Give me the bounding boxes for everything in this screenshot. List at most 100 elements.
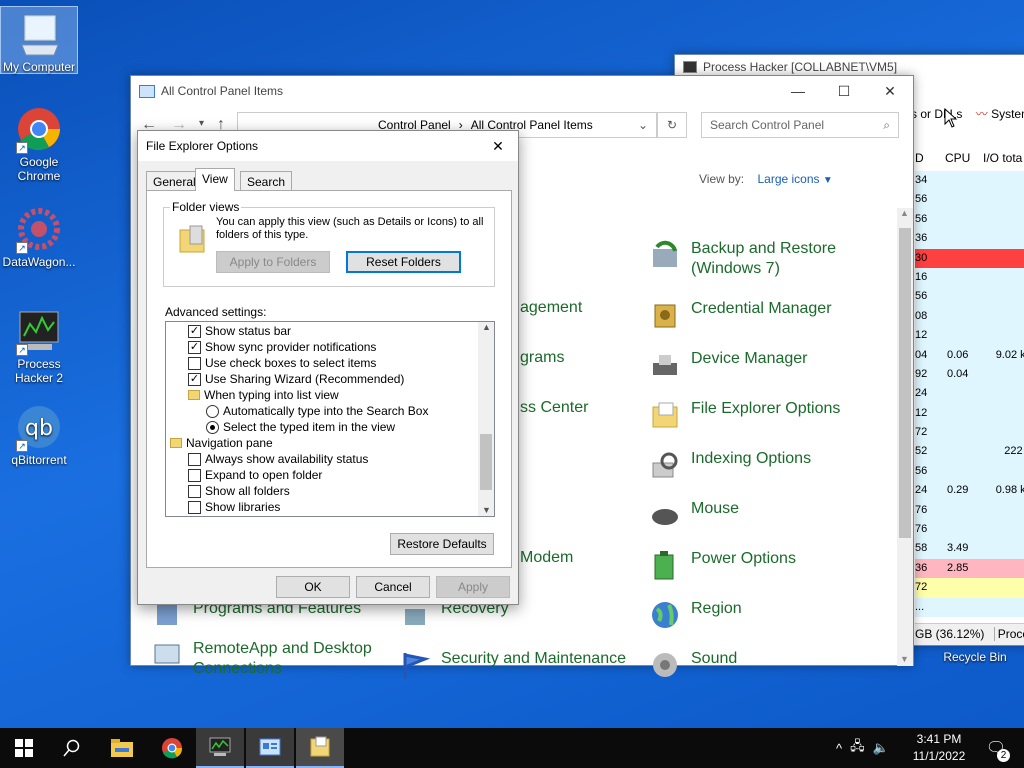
- desktop-icon-qbittorrent[interactable]: qb ↗ qBittorrent: [0, 404, 78, 467]
- scroll-down-icon[interactable]: ▼: [482, 505, 491, 515]
- process-row[interactable]: 36: [915, 229, 1024, 249]
- advanced-option[interactable]: Use check boxes to select items: [188, 355, 376, 371]
- advanced-option[interactable]: ✓ Use Sharing Wizard (Recommended): [188, 371, 404, 387]
- process-row[interactable]: 12: [915, 403, 1024, 424]
- cp-item-power-options[interactable]: Power Options: [649, 549, 796, 581]
- cp-item-backup-restore[interactable]: Backup and Restore (Windows 7): [649, 239, 849, 279]
- radio-button[interactable]: [206, 404, 219, 418]
- recent-locations-icon[interactable]: ▾: [199, 118, 204, 129]
- advanced-option[interactable]: Always show availability status: [188, 451, 368, 467]
- process-row[interactable]: 30: [915, 248, 1024, 268]
- process-row[interactable]: 52 222 E: [915, 442, 1024, 462]
- column-header-io[interactable]: I/O tota: [983, 151, 1022, 165]
- close-button[interactable]: ✕: [867, 76, 913, 106]
- desktop-icon-process-hacker[interactable]: ↗ Process Hacker 2: [0, 308, 78, 385]
- process-row[interactable]: 56: [915, 209, 1024, 230]
- desktop-icon-recycle-bin[interactable]: Recycle Bin: [936, 650, 1014, 664]
- process-row[interactable]: 56: [915, 287, 1024, 307]
- advanced-option[interactable]: Automatically type into the Search Box: [206, 403, 428, 419]
- reset-folders-button[interactable]: Reset Folders: [346, 251, 461, 273]
- network-icon[interactable]: 🖧: [850, 737, 865, 759]
- checkbox[interactable]: [188, 468, 201, 482]
- control-panel-titlebar[interactable]: All Control Panel Items — ☐ ✕: [131, 76, 913, 106]
- advanced-option[interactable]: ✓ Show status bar: [188, 323, 291, 339]
- volume-icon[interactable]: 🔈: [873, 740, 889, 756]
- advanced-option[interactable]: Select the typed item in the view: [206, 419, 395, 435]
- process-row[interactable]: 24: [915, 384, 1024, 404]
- checkbox[interactable]: [188, 356, 201, 370]
- advanced-option[interactable]: Expand to open folder: [188, 467, 322, 483]
- process-list[interactable]: 345656363016560812040.069.02 kE920.04241…: [915, 171, 1024, 617]
- checkbox[interactable]: ✓: [188, 372, 201, 386]
- process-row[interactable]: 36 2.85: [915, 558, 1024, 579]
- cp-item-mouse[interactable]: Mouse: [649, 499, 739, 531]
- cp-item-remoteapp[interactable]: RemoteApp and Desktop Connections: [151, 639, 381, 679]
- apply-to-folders-button[interactable]: Apply to Folders: [216, 251, 330, 273]
- ok-button[interactable]: OK: [276, 576, 350, 598]
- address-dropdown-icon[interactable]: ⌄: [638, 118, 648, 132]
- advanced-option[interactable]: Navigation pane: [170, 435, 273, 451]
- dialog-close-icon[interactable]: ✕: [478, 138, 518, 155]
- column-header-pid[interactable]: D: [915, 151, 924, 165]
- process-row[interactable]: 24 0.29 0.98 kE: [915, 481, 1024, 501]
- process-row[interactable]: 76: [915, 500, 1024, 521]
- cp-item-partial-network[interactable]: ss Center: [520, 399, 588, 417]
- dialog-titlebar[interactable]: File Explorer Options ✕: [138, 131, 518, 161]
- scrollbar-thumb[interactable]: [899, 228, 911, 538]
- adv-scrollbar[interactable]: ▲ ▼: [478, 322, 494, 516]
- search-button[interactable]: [48, 728, 96, 768]
- cancel-button[interactable]: Cancel: [356, 576, 430, 598]
- toolbar-system-button[interactable]: System: [991, 107, 1024, 121]
- checkbox[interactable]: [188, 500, 201, 514]
- taskbar-file-explorer-options[interactable]: [296, 728, 344, 768]
- desktop-icon-my-computer[interactable]: My Computer: [0, 6, 78, 74]
- cp-item-partial-modem[interactable]: Modem: [520, 549, 573, 567]
- process-row[interactable]: 16: [915, 267, 1024, 288]
- restore-defaults-button[interactable]: Restore Defaults: [390, 533, 494, 555]
- clock[interactable]: 3:41 PM 11/1/2022: [906, 731, 972, 765]
- process-row[interactable]: 92 0.04: [915, 364, 1024, 385]
- process-row[interactable]: 34: [915, 171, 1024, 191]
- tray-overflow-icon[interactable]: ^: [836, 741, 842, 756]
- radio-button[interactable]: [206, 420, 219, 434]
- apply-button[interactable]: Apply: [436, 576, 510, 598]
- cp-item-security-maintenance[interactable]: Security and Maintenance: [399, 649, 626, 681]
- maximize-button[interactable]: ☐: [821, 76, 867, 106]
- refresh-button[interactable]: ↻: [657, 112, 687, 138]
- checkbox[interactable]: [188, 452, 201, 466]
- desktop-icon-datawagon[interactable]: ↗ DataWagon...: [0, 206, 78, 269]
- cp-item-sound[interactable]: Sound: [649, 649, 737, 681]
- process-row[interactable]: 12: [915, 326, 1024, 346]
- process-row[interactable]: 58 3.49: [915, 539, 1024, 559]
- checkbox[interactable]: ✓: [188, 324, 201, 338]
- cp-item-partial-programs[interactable]: grams: [520, 349, 564, 367]
- process-row[interactable]: 56: [915, 190, 1024, 210]
- scroll-up-icon[interactable]: ▲: [900, 208, 909, 218]
- process-row[interactable]: ...: [915, 597, 1024, 617]
- cp-item-region[interactable]: Region: [649, 599, 742, 631]
- process-row[interactable]: 72: [915, 423, 1024, 443]
- taskbar-chrome[interactable]: [148, 728, 196, 768]
- cp-item-partial-admin[interactable]: agement: [520, 299, 582, 317]
- tab-search[interactable]: Search: [240, 171, 293, 191]
- column-header-cpu[interactable]: CPU: [945, 151, 970, 165]
- search-box[interactable]: Search Control Panel ⌕: [701, 112, 899, 138]
- scroll-up-icon[interactable]: ▲: [482, 322, 491, 332]
- cp-item-indexing-options[interactable]: Indexing Options: [649, 449, 811, 481]
- process-row[interactable]: 04 0.06 9.02 kE: [915, 345, 1024, 365]
- system-info-icon[interactable]: 〰: [976, 107, 988, 121]
- notification-center-button[interactable]: 🗨 2: [976, 728, 1016, 768]
- checkbox[interactable]: [188, 484, 201, 498]
- process-row[interactable]: 08: [915, 306, 1024, 327]
- tab-view[interactable]: View: [195, 168, 235, 191]
- minimize-button[interactable]: —: [775, 76, 821, 106]
- view-by-dropdown[interactable]: Large icons: [757, 172, 819, 186]
- vertical-scrollbar[interactable]: ▲ ▼: [897, 208, 913, 666]
- cp-item-device-manager[interactable]: Device Manager: [649, 349, 808, 381]
- checkbox[interactable]: ✓: [188, 340, 201, 354]
- chevron-down-icon[interactable]: ▼: [823, 175, 833, 186]
- scroll-down-icon[interactable]: ▼: [900, 654, 909, 664]
- advanced-option[interactable]: Show all folders: [188, 483, 290, 499]
- scrollbar-thumb[interactable]: [480, 434, 492, 490]
- cp-item-file-explorer-options[interactable]: File Explorer Options: [649, 399, 840, 431]
